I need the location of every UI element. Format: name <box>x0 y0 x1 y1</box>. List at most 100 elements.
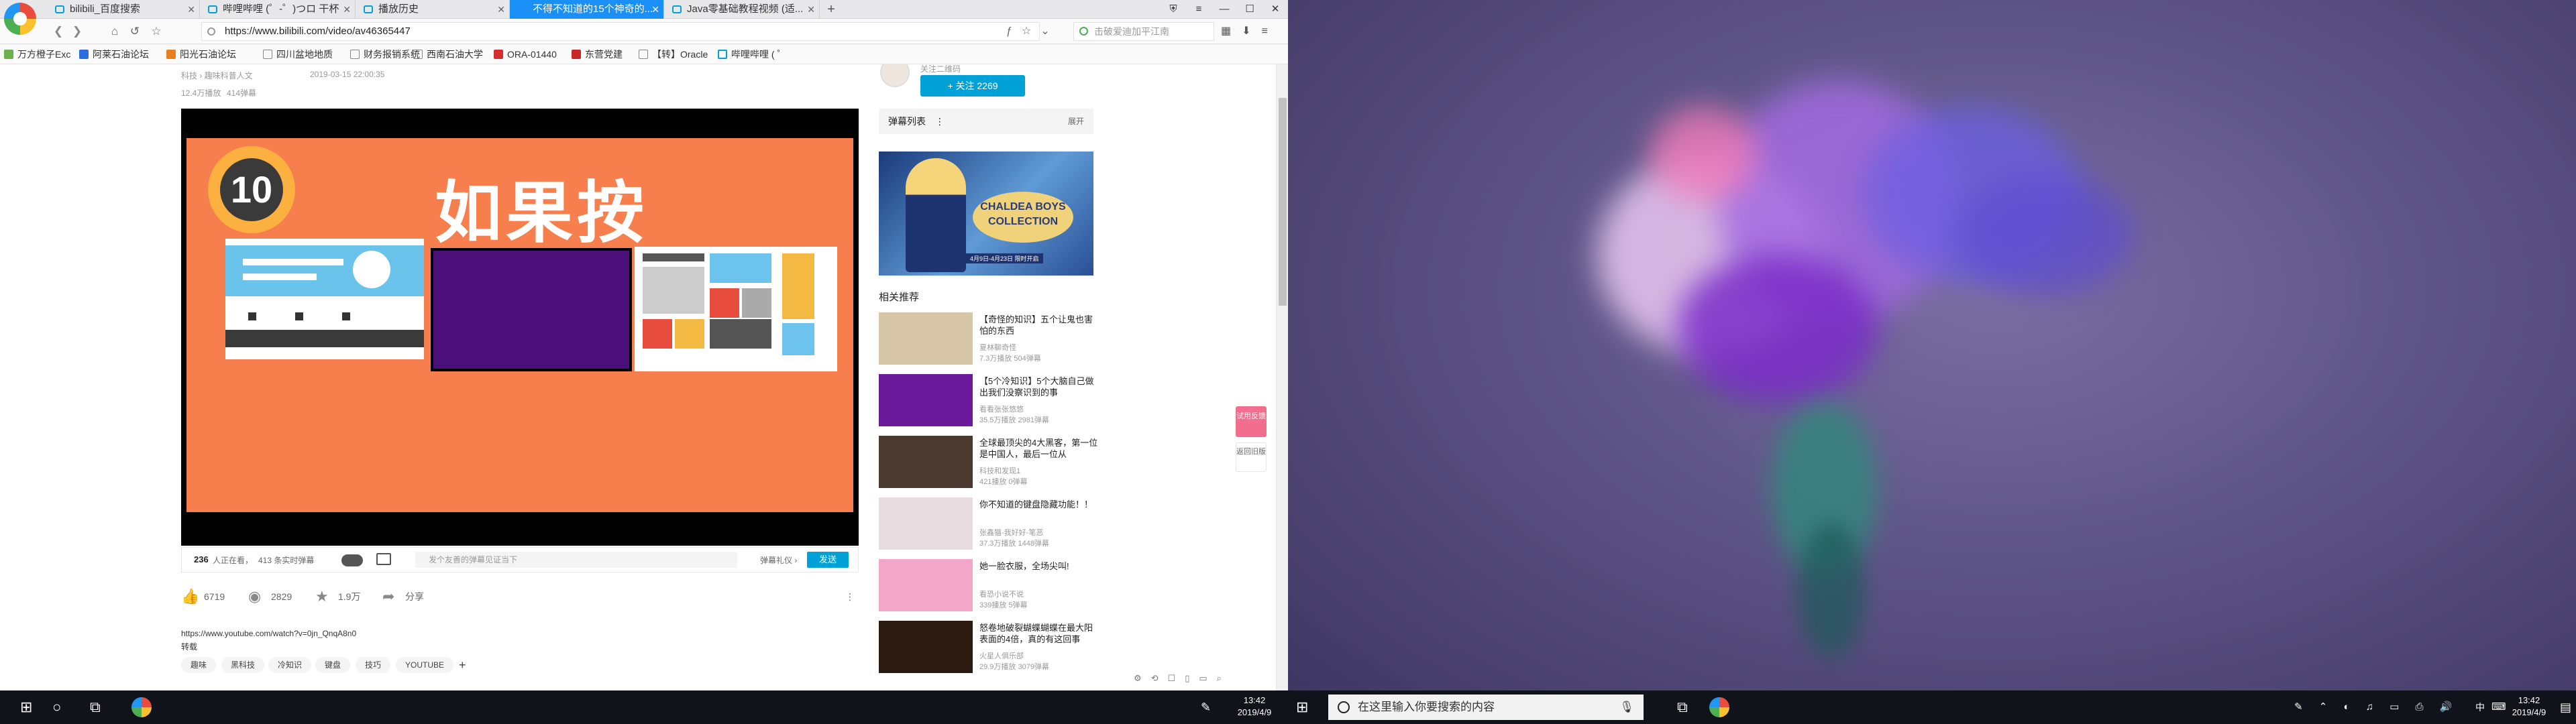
expand-link[interactable]: 展开 <box>1068 109 1084 134</box>
coin-button[interactable]: ◉ 2829 <box>248 587 292 606</box>
search-input[interactable]: 击破爱迪加平江南 <box>1073 22 1214 41</box>
tag-item[interactable]: YOUTUBE <box>396 657 454 673</box>
related-video-title[interactable]: 【5个冷知识】5个大脑自己做出我们没察识到的事 <box>979 375 1100 400</box>
related-video-title[interactable]: 全球最顶尖的4大黑客，第一位是中国人，最后一位从 <box>979 437 1100 461</box>
tab-close-icon[interactable]: ✕ <box>497 0 505 19</box>
related-video-up[interactable]: 夏林聊奇怪 <box>979 342 1016 353</box>
url-field[interactable]: https://www.bilibili.com/video/av4636544… <box>201 22 1040 41</box>
ad-banner[interactable]: CHALDEA BOYS COLLECTION 4月9日-4月23日 限时开启 <box>879 152 1093 276</box>
tab-close-icon[interactable]: ✕ <box>187 0 195 19</box>
add-tag-button[interactable]: + <box>449 657 476 673</box>
video-thumbnail[interactable] <box>879 559 973 611</box>
notification-icon[interactable]: ▤ <box>2560 699 2571 716</box>
tab-close-icon[interactable]: ✕ <box>651 0 659 19</box>
bookmark-item[interactable]: 财务报销系统 <box>350 47 421 62</box>
follow-button[interactable]: + 关注 2269 <box>920 75 1025 97</box>
home-icon[interactable]: ⌂ <box>107 24 122 39</box>
back-icon[interactable]: ❮ <box>51 24 66 39</box>
list-item[interactable]: 全球最顶尖的4大黑客，第一位是中国人，最后一位从 科技和发现1 421播放 0弹… <box>879 436 1100 491</box>
list-item[interactable]: 你不知道的键盘隐藏功能！！ 张鑫猫-我好好-笔恶 37.3万播放 1448弹幕 <box>879 497 1100 552</box>
bookmark-item[interactable]: 哔哩哔哩 ( ゜ <box>718 47 793 62</box>
ime-indicator[interactable]: 中 <box>2475 699 2485 716</box>
related-video-title[interactable]: 【奇怪的知识】五个让鬼也害怕的东西 <box>979 314 1100 338</box>
tag-item[interactable]: 冷知识 <box>268 657 312 673</box>
bookmark-item[interactable]: 阿莱石油论坛 <box>79 47 161 62</box>
new-tab-button[interactable]: + <box>822 0 840 19</box>
tab-java-video[interactable]: Java零基础教程视频 (适... ✕ <box>664 0 820 19</box>
tab-close-icon[interactable]: ✕ <box>343 0 351 19</box>
send-danmaku-button[interactable]: 发送 <box>807 552 849 568</box>
danmaku-etiquette-link[interactable]: 弹幕礼仪 › <box>760 554 797 566</box>
danmaku-list-header[interactable]: 弹幕列表 ⋮ 展开 <box>879 109 1093 134</box>
browser-taskbar-icon[interactable] <box>1709 697 1729 717</box>
cortana-icon[interactable]: ○ <box>52 699 61 716</box>
related-video-up[interactable]: 张鑫猫-我好好-笔恶 <box>979 527 1043 538</box>
video-player[interactable]: 10 如果按 <box>181 109 859 546</box>
shield-icon[interactable]: ⛨ <box>1161 0 1186 19</box>
danmaku-input[interactable]: 发个友善的弹幕见证当下 <box>415 552 737 568</box>
video-thumbnail[interactable] <box>879 621 973 673</box>
url-action-icons[interactable]: ƒ☆⌄ <box>1006 24 1059 38</box>
pen-icon[interactable]: ✎ <box>1201 699 1211 716</box>
menu-icon[interactable]: ≡ <box>1186 0 1212 19</box>
favorite-button[interactable]: ★ 1.9万 <box>315 587 360 606</box>
tag-item[interactable]: 黑科技 <box>221 657 265 673</box>
more-icon[interactable]: ⋮ <box>845 587 855 606</box>
related-video-up[interactable]: 科技和发现1 <box>979 465 1020 476</box>
bookmark-item[interactable]: 东营党建 <box>572 47 635 62</box>
video-thumbnail[interactable] <box>879 436 973 488</box>
tag-item[interactable]: 趣味 <box>181 657 217 673</box>
video-thumbnail[interactable] <box>879 312 973 365</box>
danmaku-toggle[interactable] <box>341 554 363 566</box>
windows-start-icon[interactable]: ⊞ <box>20 699 32 716</box>
tab-close-icon[interactable]: ✕ <box>807 0 815 19</box>
bookmark-item[interactable]: 【转】Oracle <box>639 47 712 62</box>
bookmark-item[interactable]: 四川盆地地质 <box>263 47 345 62</box>
video-thumbnail[interactable] <box>879 374 973 426</box>
clock[interactable]: 13:42 2019/4/9 <box>2502 690 2556 724</box>
bookmark-item[interactable]: 西南石油大学 <box>413 47 488 62</box>
star-icon[interactable]: ☆ <box>149 24 164 39</box>
old-version-button[interactable]: 返回旧版 <box>1236 442 1267 472</box>
search-input[interactable]: 在这里输入你要搜索的内容 🎙 <box>1328 695 1644 720</box>
avatar[interactable] <box>880 64 910 87</box>
scrollbar[interactable] <box>1276 64 1288 690</box>
scrollbar-thumb[interactable] <box>1279 98 1287 306</box>
maximize-icon[interactable]: ☐ <box>1237 0 1263 19</box>
related-video-up[interactable]: 看看张张悠悠 <box>979 404 1024 414</box>
undo-icon[interactable]: ↺ <box>127 24 142 39</box>
related-video-title[interactable]: 怒卷地破裂蝴蝶蝴蝶在最大阳表面的4倍，真的有这回事 <box>979 622 1100 646</box>
tab-current-video[interactable]: 不得不知道的15个神奇的... ✕ <box>510 0 664 19</box>
minimize-icon[interactable]: — <box>1212 0 1237 19</box>
task-view-icon[interactable]: ⧉ <box>1677 699 1688 716</box>
like-button[interactable]: 👍 6719 <box>181 587 225 606</box>
list-item[interactable]: 【5个冷知识】5个大脑自己做出我们没察识到的事 看看张张悠悠 35.5万播放 2… <box>879 374 1100 429</box>
task-view-icon[interactable]: ⧉ <box>90 699 101 716</box>
share-button[interactable]: ➦ 分享 <box>382 587 424 606</box>
bookmark-item[interactable]: 阳光石油论坛 <box>166 47 258 62</box>
tab-history[interactable]: 播放历史 ✕ <box>356 0 510 19</box>
video-thumbnail[interactable] <box>879 497 973 550</box>
bookmark-item[interactable]: ORA-01440 <box>494 47 566 62</box>
danmaku-settings-icon[interactable] <box>376 553 391 565</box>
tag-item[interactable]: 键盘 <box>315 657 351 673</box>
tab-baidu-search[interactable]: bilibili_百度搜索 ✕ <box>47 0 200 19</box>
video-category[interactable]: 科技 › 趣味科普人文 <box>181 70 253 81</box>
browser-taskbar-icon[interactable] <box>131 697 152 717</box>
toolbar-icons[interactable]: ▦⬇≡ <box>1221 24 1279 38</box>
related-video-title[interactable]: 她一脸衣服，全场尖叫! <box>979 560 1100 585</box>
tag-item[interactable]: 技巧 <box>356 657 391 673</box>
list-item[interactable]: 她一脸衣服，全场尖叫! 看恐小说不说 339播放 5弹幕 <box>879 559 1100 614</box>
clock[interactable]: 13:42 2019/4/9 <box>1228 690 1281 724</box>
bookmark-item[interactable]: 万方橙子Exc <box>4 47 74 62</box>
list-item[interactable]: 怒卷地破裂蝴蝶蝴蝶在最大阳表面的4倍，真的有这回事 火星人俱乐部 29.9万播放… <box>879 621 1100 676</box>
source-url[interactable]: https://www.youtube.com/watch?v=0jn_QnqA… <box>181 629 356 638</box>
tab-bilibili-home[interactable]: 哔哩哔哩 (゜-゜)つロ 干杯 ✕ <box>200 0 356 19</box>
feedback-button[interactable]: 试用反馈 <box>1236 406 1267 437</box>
browser-logo-icon[interactable] <box>4 3 36 35</box>
close-icon[interactable]: ✕ <box>1263 0 1288 19</box>
related-video-up[interactable]: 看恐小说不说 <box>979 589 1024 599</box>
related-video-up[interactable]: 火星人俱乐部 <box>979 650 1024 661</box>
danmaku-list-more-icon[interactable]: ⋮ <box>935 116 945 127</box>
list-item[interactable]: 【奇怪的知识】五个让鬼也害怕的东西 夏林聊奇怪 7.3万播放 504弹幕 <box>879 312 1100 367</box>
